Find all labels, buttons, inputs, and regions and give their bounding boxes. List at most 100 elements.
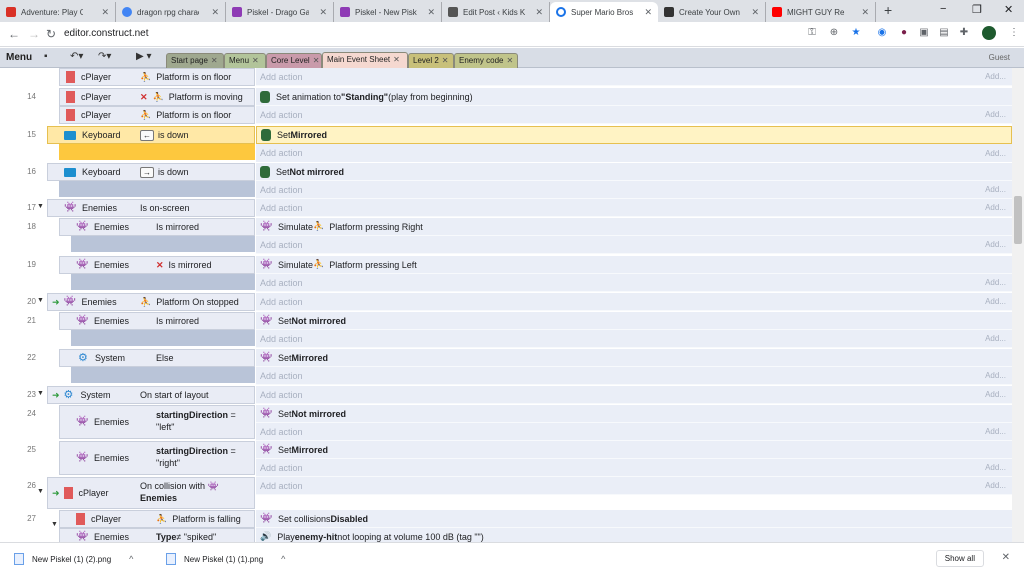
- condition[interactable]: ➜ ⚙ System On start of layout: [47, 386, 255, 404]
- avatar[interactable]: [982, 26, 996, 40]
- browser-tab[interactable]: Piskel - New Piskel ✕: [334, 2, 442, 22]
- action[interactable]: Set animation to "Standing" (play from b…: [256, 88, 1012, 106]
- close-tab-icon[interactable]: ✕: [211, 56, 218, 65]
- close-tab-icon[interactable]: ✕: [427, 7, 435, 18]
- close-tab-icon[interactable]: ✕: [751, 7, 759, 18]
- browser-tab[interactable]: Create Your Own G✕: [658, 2, 766, 22]
- extension-icon[interactable]: ▤: [938, 27, 950, 39]
- tab-level-2[interactable]: Level 2 ✕: [408, 53, 454, 68]
- menu-button[interactable]: Menu: [2, 50, 36, 66]
- browser-tab[interactable]: Edit Post ‹ Kids Ko ✕: [442, 2, 550, 22]
- condition[interactable]: 👾 Enemies startingDirection = "left": [59, 405, 255, 439]
- reload-icon[interactable]: ↻: [46, 27, 56, 41]
- close-tab-icon[interactable]: ✕: [644, 7, 652, 18]
- event-row[interactable]: 20 ▼ ➜ 👾 Enemies ⛹ Platform On stopped Add …: [0, 292, 1012, 311]
- event-row[interactable]: 27 ▼ cPlayer ⛹ Platform is falling 👾 Enemi…: [0, 509, 1012, 542]
- condition[interactable]: ➜ cPlayer On collision with 👾 Enemies: [47, 477, 255, 509]
- close-tab-icon[interactable]: ✕: [861, 7, 869, 18]
- add-action[interactable]: Add action Add...: [256, 181, 1012, 199]
- event-row[interactable]: 16 Keyboard → is down Set Not mirrored Ad…: [0, 162, 1012, 199]
- add-action[interactable]: Add action Add...: [256, 459, 1012, 477]
- condition[interactable]: cPlayer ⛹ Platform is falling: [59, 510, 255, 528]
- maximize-button[interactable]: ❐: [972, 3, 982, 16]
- redo-icon[interactable]: ↷▾: [98, 51, 111, 62]
- event-row[interactable]: 26 ▼ ➜ cPlayer On collision with 👾 Enemies…: [0, 476, 1012, 510]
- event-row[interactable]: 24 👾 Enemies startingDirection = "left" 👾 S…: [0, 404, 1012, 441]
- event-row[interactable]: 14 cPlayer ✕ ⛹ Platform is moving cPlayer …: [0, 87, 1012, 125]
- add-action[interactable]: Add action Add...: [256, 423, 1012, 441]
- action[interactable]: 🔊 Play enemy-hit not looping at volume 10…: [256, 528, 1012, 542]
- action[interactable]: 👾 Simulate ⛹ Platform pressing Left: [256, 256, 1012, 274]
- condition[interactable]: 👾 Enemies Is on-screen: [47, 199, 255, 217]
- close-tab-icon[interactable]: ✕: [101, 7, 109, 18]
- event-row[interactable]: 22 ⚙ System Else 👾 Set Mirrored Add action…: [0, 348, 1012, 385]
- event-row[interactable]: 18 👾 Enemies Is mirrored 👾 Simulate ⛹ Platf…: [0, 217, 1012, 254]
- action[interactable]: 👾 Simulate ⛹ Platform pressing Right: [256, 218, 1012, 236]
- add-action[interactable]: Add action Add...: [256, 144, 1012, 162]
- add-action[interactable]: Add action Add...: [256, 477, 1012, 495]
- extension-icon[interactable]: ◉: [876, 27, 888, 39]
- download-item[interactable]: New Piskel (1) (2).png ^: [14, 553, 133, 565]
- extension-icon[interactable]: ●: [898, 27, 910, 39]
- condition[interactable]: ⚙ System Else: [59, 349, 255, 367]
- tab-core-level[interactable]: Core Level ✕: [266, 53, 322, 68]
- close-window-button[interactable]: ✕: [1004, 3, 1013, 16]
- add-action[interactable]: Add action Add...: [256, 367, 1012, 385]
- condition[interactable]: cPlayer ✕ ⛹ Platform is moving: [59, 88, 255, 106]
- browser-tab[interactable]: Piskel - Drago Gam✕: [226, 2, 334, 22]
- event-row[interactable]: 25 👾 Enemies startingDirection = "right" 👾…: [0, 440, 1012, 477]
- condition[interactable]: cPlayer ⛹ Platform is on floor: [59, 68, 255, 86]
- save-icon[interactable]: ▪: [44, 51, 48, 62]
- add-action[interactable]: Add action Add...: [256, 330, 1012, 348]
- collapse-icon[interactable]: ▼: [37, 488, 44, 495]
- close-downloads-icon[interactable]: ✕: [1002, 552, 1010, 563]
- condition[interactable]: 👾 Enemies Is mirrored: [59, 218, 255, 236]
- tab-enemy-code[interactable]: Enemy code ✕: [454, 53, 518, 68]
- condition[interactable]: 👾 Enemies Type ≠ "spiked": [59, 528, 255, 542]
- chevron-up-icon[interactable]: ^: [129, 554, 133, 564]
- forward-icon[interactable]: →: [28, 27, 40, 41]
- zoom-icon[interactable]: ⊕: [828, 27, 840, 39]
- condition[interactable]: 👾 Enemies startingDirection = "right": [59, 441, 255, 475]
- condition[interactable]: Keyboard → is down: [47, 163, 255, 181]
- add-action[interactable]: Add action Add...: [256, 293, 1012, 311]
- close-tab-icon[interactable]: ✕: [535, 7, 543, 18]
- tab-start-page[interactable]: Start page ✕: [166, 53, 224, 68]
- browser-tab[interactable]: MIGHT GUY Re ✕: [766, 2, 876, 22]
- event-row[interactable]: 17 ▼ 👾 Enemies Is on-screen Add action Add…: [0, 198, 1012, 217]
- scrollbar-thumb[interactable]: [1014, 196, 1022, 244]
- show-all-button[interactable]: Show all: [935, 550, 984, 567]
- add-action[interactable]: Add action Add...: [256, 199, 1012, 217]
- collapse-icon[interactable]: ▼: [37, 390, 44, 397]
- action[interactable]: 👾 Set collisions Disabled: [256, 510, 1012, 528]
- more-menu-icon[interactable]: ⋮: [1008, 27, 1020, 39]
- action[interactable]: 👾 Set Mirrored: [256, 349, 1012, 367]
- event-row-selected[interactable]: 15 Keyboard ← is down Set Mirrored Add ac…: [0, 125, 1012, 162]
- download-item[interactable]: New Piskel (1) (1).png ^: [166, 553, 285, 565]
- key-icon[interactable]: ⚿: [806, 27, 818, 39]
- close-tab-icon[interactable]: ✕: [506, 56, 513, 65]
- collapse-icon[interactable]: ▼: [37, 203, 44, 210]
- action[interactable]: Set Mirrored: [256, 126, 1012, 144]
- condition[interactable]: ➜ 👾 Enemies ⛹ Platform On stopped: [47, 293, 255, 311]
- close-tab-icon[interactable]: ✕: [252, 56, 259, 65]
- event-row[interactable]: 21 👾 Enemies Is mirrored 👾 Set Not mirrore…: [0, 311, 1012, 348]
- add-action[interactable]: Add action Add...: [256, 386, 1012, 404]
- event-row[interactable]: cPlayer ⛹ Platform is on floor Add action…: [0, 68, 1012, 87]
- condition[interactable]: 👾 Enemies ✕ Is mirrored: [59, 256, 255, 274]
- close-tab-icon[interactable]: ✕: [211, 7, 219, 18]
- guest-account[interactable]: Guest: [989, 53, 1010, 62]
- tab-menu[interactable]: Menu ✕: [224, 53, 266, 68]
- action[interactable]: Set Not mirrored: [256, 163, 1012, 181]
- chevron-up-icon[interactable]: ^: [281, 554, 285, 564]
- condition[interactable]: 👾 Enemies Is mirrored: [59, 312, 255, 330]
- condition[interactable]: Keyboard ← is down: [47, 126, 255, 144]
- add-action[interactable]: Add action Add...: [256, 236, 1012, 254]
- tab-main-event-sheet[interactable]: Main Event Sheet ✕: [322, 52, 408, 68]
- event-row[interactable]: 19 👾 Enemies ✕ Is mirrored 👾 Simulate ⛹ Plat…: [0, 255, 1012, 292]
- collapse-icon[interactable]: ▼: [37, 297, 44, 304]
- preview-play-icon[interactable]: ▶ ▾: [136, 51, 152, 62]
- action[interactable]: 👾 Set Mirrored: [256, 441, 1012, 459]
- close-tab-icon[interactable]: ✕: [442, 56, 449, 65]
- back-icon[interactable]: ←: [8, 27, 20, 41]
